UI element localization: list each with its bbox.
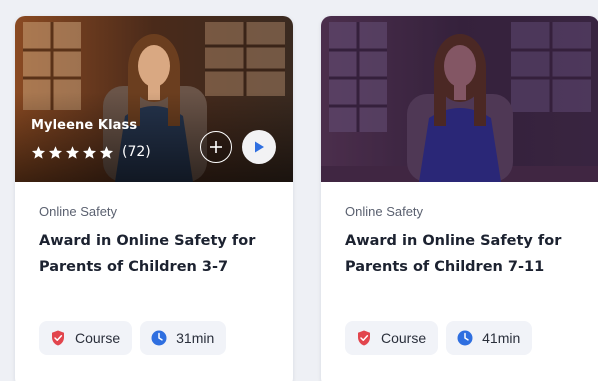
course-duration-label: 31min <box>176 330 215 346</box>
thumbnail-tint <box>321 16 598 182</box>
star-rating <box>31 145 114 160</box>
course-title-line: Award in Online Safety for <box>345 233 562 249</box>
star-icon <box>31 145 46 159</box>
course-card[interactable]: Myleene Klass (72) Online Safety Award i… <box>15 16 293 381</box>
play-button[interactable] <box>242 130 276 164</box>
course-type-tag: Course <box>345 321 439 355</box>
course-category: Online Safety <box>39 204 118 219</box>
course-tags: Course 31min <box>39 321 227 355</box>
course-card-body: Online Safety Award in Online Safety for… <box>15 204 293 280</box>
course-thumbnail[interactable]: Myleene Klass (72) <box>15 16 293 182</box>
course-title-line: Award in Online Safety for <box>39 233 256 249</box>
plus-circle-icon <box>210 141 222 153</box>
course-title-line: Parents of Children 7-11 <box>345 259 545 275</box>
course-type-label: Course <box>75 330 121 346</box>
star-icon <box>99 145 114 159</box>
course-duration-tag: 41min <box>446 321 533 355</box>
course-title[interactable]: Award in Online Safety for Parents of Ch… <box>345 228 575 280</box>
star-icon <box>82 145 97 159</box>
course-duration-tag: 31min <box>140 321 227 355</box>
course-type-label: Course <box>381 330 427 346</box>
course-card-row: Myleene Klass (72) Online Safety Award i… <box>0 0 598 381</box>
shield-check-icon <box>52 330 64 346</box>
course-thumbnail[interactable] <box>321 16 598 182</box>
star-icon <box>48 145 63 159</box>
rating: (72) <box>31 144 151 160</box>
play-icon <box>255 141 264 153</box>
rating-count: (72) <box>122 144 151 160</box>
shield-check-icon <box>358 330 370 346</box>
star-icon <box>65 145 80 159</box>
course-title[interactable]: Award in Online Safety for Parents of Ch… <box>39 228 269 280</box>
course-duration-label: 41min <box>482 330 521 346</box>
course-card-body: Online Safety Award in Online Safety for… <box>321 204 598 280</box>
clock-icon <box>457 330 473 346</box>
course-title-line: Parents of Children 3-7 <box>39 259 229 275</box>
course-category: Online Safety <box>345 204 424 219</box>
add-to-list-button[interactable] <box>200 131 232 163</box>
clock-icon <box>151 330 167 346</box>
course-type-tag: Course <box>39 321 133 355</box>
course-card[interactable]: Online Safety Award in Online Safety for… <box>321 16 598 381</box>
instructor-name: Myleene Klass <box>31 118 138 133</box>
course-tags: Course 41min <box>345 321 533 355</box>
